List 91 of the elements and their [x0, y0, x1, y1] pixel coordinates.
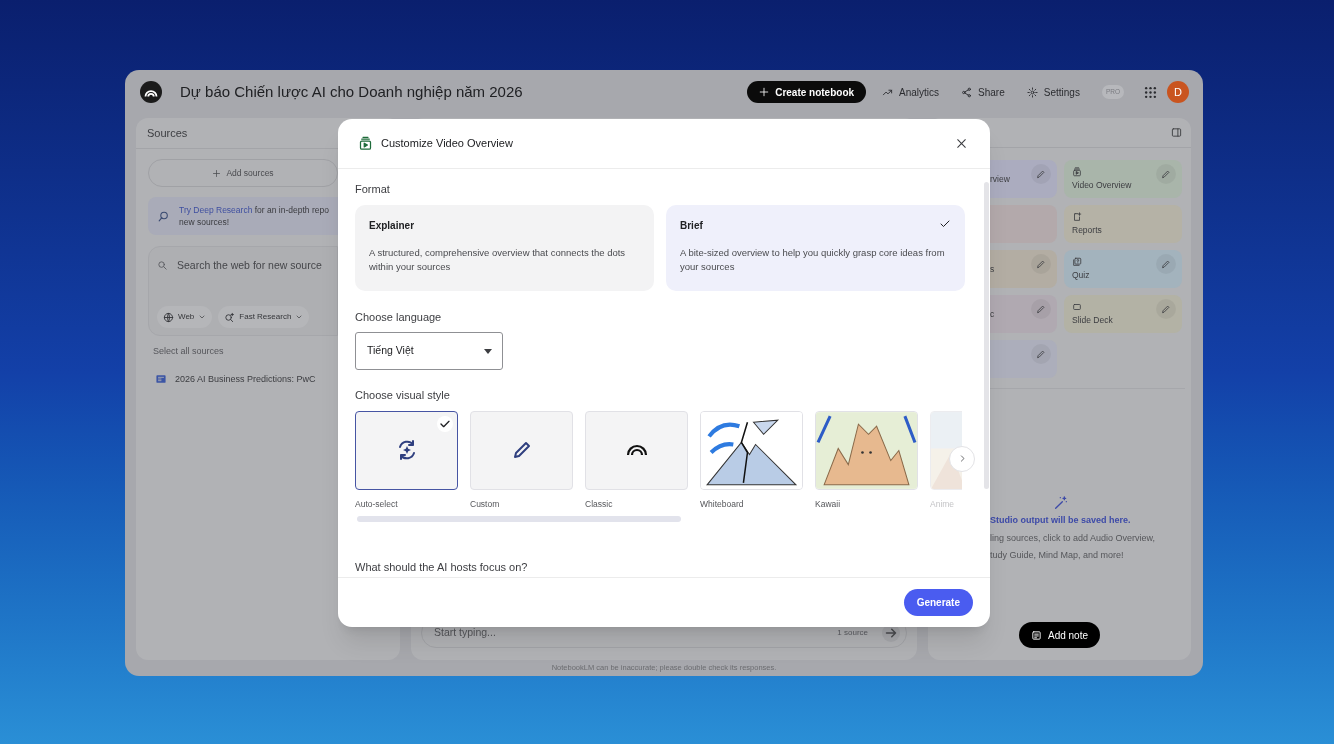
section-label: Choose language [355, 309, 443, 325]
empty-state-text: tudy Guide, Mind Map, and more! [990, 549, 1125, 562]
style-label: Whiteboard [700, 497, 745, 511]
tile-label: Reports [1072, 223, 1102, 237]
edit-button[interactable] [1156, 254, 1176, 274]
style-picture[interactable] [815, 410, 918, 490]
source-count: 1 source [837, 627, 868, 639]
dropdown-caret-icon [484, 348, 492, 354]
filter-chip[interactable]: Fast Research [218, 306, 310, 328]
tile-label: c [990, 307, 995, 321]
edit-button[interactable] [1031, 164, 1051, 184]
magnifier-icon [157, 209, 170, 223]
deep-research-link[interactable]: Try Deep Research [179, 205, 253, 215]
tile-label: Video Overview [1072, 178, 1132, 192]
apps-grid-icon[interactable] [1144, 85, 1157, 99]
edit-button[interactable] [1156, 164, 1176, 184]
pencil-icon [1036, 349, 1046, 359]
add-note-button[interactable]: Add note [1018, 622, 1100, 648]
language-dropdown[interactable]: Tiếng Việt [355, 332, 503, 370]
studio-tile[interactable] [989, 340, 1057, 378]
tile-label: Quiz [1072, 268, 1090, 282]
magic-wand-icon [1053, 495, 1069, 511]
pencil-icon [1161, 259, 1171, 269]
panel-toggle-icon[interactable] [1171, 127, 1182, 138]
scrollbar[interactable] [984, 182, 989, 489]
studio-tile[interactable]: Quiz [1064, 250, 1182, 288]
studio-tile[interactable]: s [989, 250, 1057, 288]
search-placeholder[interactable]: Search the web for new source [177, 258, 322, 274]
avatar[interactable]: D [1167, 81, 1189, 103]
slides-icon [1072, 301, 1082, 312]
section-label: What should the AI hosts focus on? [355, 559, 529, 575]
caret-icon [198, 313, 207, 321]
quiz-icon [1072, 256, 1082, 267]
section-label: Choose visual style [355, 388, 451, 403]
video-icon [358, 136, 373, 151]
logo-icon [140, 81, 162, 103]
format-option[interactable]: Brief A bite-sized overview to help you quickly grasp core ideas from your sources [666, 204, 965, 291]
document-icon [155, 374, 167, 385]
pencil-icon [1161, 304, 1171, 314]
caret-icon [295, 313, 304, 321]
tile-label: s [990, 262, 995, 276]
toolbar-button[interactable]: Share [961, 84, 1005, 100]
toolbar-button[interactable]: Settings [1026, 84, 1080, 100]
globe-icon [163, 311, 174, 323]
horizontal-scrollbar[interactable] [357, 515, 681, 522]
pencil-icon [1036, 259, 1046, 269]
edit-button[interactable] [1031, 254, 1051, 274]
empty-state-text: ling sources, click to add Audio Overview, [990, 531, 1157, 545]
style-label: Classic [585, 497, 614, 511]
share-icon [961, 86, 973, 98]
source-item[interactable]: 2026 AI Business Predictions: PwC [155, 372, 338, 386]
edit-button[interactable] [1156, 299, 1176, 319]
search-sparkle-icon [224, 311, 236, 323]
settings-icon [1026, 86, 1038, 98]
format-option[interactable]: Explainer A structured, comprehensive overview that connects the dots within your sources [355, 204, 654, 291]
tile-label: Slide Deck [1072, 313, 1113, 327]
checkmark-icon [437, 415, 453, 432]
studio-tile[interactable]: rview [989, 160, 1057, 198]
pencil-icon [1036, 304, 1046, 314]
arcs-icon [625, 444, 648, 456]
toolbar-button[interactable]: Analytics [882, 84, 940, 100]
studio-tile[interactable]: Video Overview [1064, 160, 1182, 198]
note-icon [1030, 629, 1042, 641]
section-label: Format [355, 182, 391, 197]
studio-tile[interactable]: c [989, 295, 1057, 333]
style-option[interactable] [355, 410, 458, 490]
search-icon [157, 260, 168, 272]
tile-label: rview [990, 172, 1010, 186]
empty-state-title: Studio output will be saved here. [990, 514, 1132, 527]
deep-research-tip: Try Deep Research for an in-depth repo new sources! [179, 204, 329, 228]
pencil-icon [1161, 169, 1171, 179]
style-label: Auto-select [355, 497, 399, 511]
generate-button[interactable]: Generate [903, 589, 973, 616]
style-picture[interactable] [700, 410, 803, 490]
plus-icon [759, 87, 770, 97]
style-label: Custom [470, 497, 501, 511]
edit-button[interactable] [1031, 299, 1051, 319]
studio-tile[interactable]: Slide Deck [1064, 295, 1182, 333]
video-icon [1072, 166, 1082, 177]
notebook-title: Dự báo Chiến lược AI cho Doanh nghiệp năm 2026 [180, 81, 523, 102]
report-icon [1072, 211, 1082, 222]
studio-tile[interactable] [989, 205, 1057, 243]
studio-tile[interactable]: Reports [1064, 205, 1182, 243]
select-all-label[interactable]: Select all sources [153, 345, 338, 359]
close-icon[interactable] [955, 137, 968, 150]
filter-chip[interactable]: Web [157, 306, 213, 328]
edit-button[interactable] [1031, 344, 1051, 364]
pencil-icon [1036, 169, 1046, 179]
plus-icon [212, 168, 222, 178]
create-notebook-button[interactable]: Create notebook [747, 81, 867, 103]
style-label: Kawaii [815, 497, 842, 511]
